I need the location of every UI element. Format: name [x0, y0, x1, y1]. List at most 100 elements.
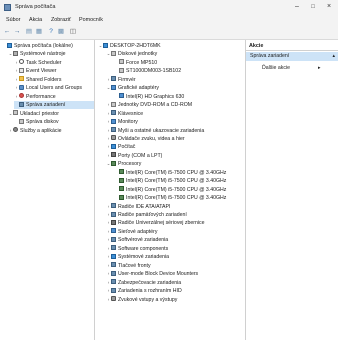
- tree-item[interactable]: › Performance: [14, 93, 56, 101]
- close-icon[interactable]: ×: [322, 2, 336, 12]
- device-tree-item[interactable]: › Monitory: [106, 118, 138, 126]
- device-tree-item[interactable]: › Klávesnice: [106, 110, 143, 118]
- maximize-icon[interactable]: □: [306, 2, 320, 12]
- tree-item[interactable]: › Shared Folders: [14, 76, 61, 84]
- actions-selected-item[interactable]: Správa zariadení ▴: [246, 52, 338, 61]
- tree-item[interactable]: › Event Viewer: [14, 67, 56, 75]
- device-tree-item[interactable]: › User-mode Block Device Mounters: [106, 270, 198, 278]
- device-tree-item[interactable]: Intel(R) Core(TM) i5-7500 CPU @ 3.40GHz: [114, 194, 226, 202]
- tree-item[interactable]: › Task Scheduler: [14, 59, 61, 67]
- folder-icon: [19, 76, 24, 82]
- disk-icon: [111, 101, 116, 107]
- forward-icon[interactable]: →: [13, 28, 21, 36]
- tree-item[interactable]: ⌄ Systémové nástroje: [8, 50, 66, 58]
- tree-item-label: Force MP510: [126, 59, 158, 66]
- help-icon[interactable]: ?: [47, 28, 55, 36]
- device-manager-icon: [19, 101, 24, 107]
- device-tree-item[interactable]: Intel(R) Core(TM) i5-7500 CPU @ 3.40GHz: [114, 169, 226, 177]
- menu-view[interactable]: Zobraziť: [51, 17, 71, 23]
- triangle-right-icon: ▸: [318, 65, 321, 71]
- clock-icon: [19, 59, 24, 65]
- computer-icon: [7, 42, 12, 48]
- device-icon: [111, 287, 116, 293]
- tree-item[interactable]: › Local Users and Groups: [14, 84, 82, 92]
- computer-icon: [103, 42, 108, 48]
- device-tree-item[interactable]: › Tlačové fronty: [106, 262, 151, 270]
- cpu-icon: [119, 169, 124, 175]
- device-tree-item[interactable]: › Firmvér: [106, 76, 136, 84]
- cpu-icon: [119, 194, 124, 200]
- device-tree-item[interactable]: ST1000DM003-1SB102: [114, 67, 181, 75]
- device-tree-item[interactable]: Intel(R) Core(TM) i5-7500 CPU @ 3.40GHz: [114, 177, 226, 185]
- services-icon: [13, 127, 18, 132]
- device-tree-item[interactable]: Intel(R) Core(TM) i5-7500 CPU @ 3.40GHz: [114, 186, 226, 194]
- tree-item[interactable]: Správa zariadení: [14, 101, 94, 110]
- device-tree-item[interactable]: › Sieťové adaptéry: [106, 228, 157, 236]
- more-actions-link[interactable]: Ďalšie akcie ▸: [262, 65, 321, 71]
- device-tree-item[interactable]: › Radiče pamäťových zariadení: [106, 211, 187, 219]
- device-tree-item[interactable]: ⌄ DESKTOP-2HDT6MK: [98, 42, 161, 50]
- device-tree-item[interactable]: › Počítač: [106, 143, 135, 151]
- tree-item-label: Diskové jednotky: [118, 51, 158, 58]
- minimize-icon[interactable]: –: [290, 2, 304, 12]
- triangle-up-icon: ▴: [332, 53, 335, 59]
- tree-item[interactable]: Správa diskov: [14, 118, 59, 126]
- details-icon[interactable]: ▩: [57, 28, 65, 36]
- device-tree-item[interactable]: Intel(R) HD Graphics 630: [114, 93, 184, 101]
- title-bar: Správa počítača – □ ×: [0, 0, 338, 16]
- tree-item[interactable]: ⌄ Ukladací priestor: [8, 110, 59, 118]
- device-tree-item[interactable]: ⌄ Grafické adaptéry: [106, 84, 159, 92]
- tree-item-label: User-mode Block Device Mounters: [118, 271, 199, 278]
- device-tree-item[interactable]: › Software components: [106, 245, 168, 253]
- tree-item-label: Zvukové vstupy a výstupy: [118, 296, 178, 303]
- device-icon: [111, 279, 116, 285]
- tree-item-label: Systémové nástroje: [20, 51, 66, 58]
- tree-item-label: Procesory: [118, 161, 142, 168]
- tree-item-label: Zabezpečovacie zariadenia: [118, 279, 182, 286]
- menu-action[interactable]: Akcia: [29, 17, 42, 23]
- device-tree-item[interactable]: › Zabezpečovacie zariadenia: [106, 279, 181, 287]
- device-tree-item[interactable]: › Softvérové zariadenia: [106, 236, 168, 244]
- properties-icon[interactable]: ▦: [35, 28, 43, 36]
- tree-item[interactable]: Správa počítača (lokálne): [2, 42, 73, 50]
- tree-item[interactable]: › Služby a aplikácie: [8, 127, 62, 135]
- tree-item-label: Sieťové adaptéry: [118, 228, 158, 235]
- storage-icon: [13, 110, 18, 116]
- device-tree-item[interactable]: › Ovládače zvuku, videa a hier: [106, 135, 185, 143]
- device-tree-item[interactable]: ⌄ Procesory: [106, 160, 141, 168]
- device-tree-item[interactable]: › Porty (COM a LPT): [106, 152, 162, 160]
- tree-item-label: Monitory: [118, 119, 138, 126]
- console-tree: Správa počítača (lokálne) ⌄ Systémové nást…: [0, 40, 95, 340]
- device-icon: [111, 203, 116, 209]
- performance-icon: [19, 93, 24, 99]
- menu-file[interactable]: Súbor: [6, 17, 20, 23]
- console-tree-icon[interactable]: ▤: [25, 28, 33, 36]
- device-tree-item[interactable]: Force MP510: [114, 59, 157, 67]
- tree-item-label: Správa diskov: [26, 119, 59, 126]
- disk-icon: [111, 50, 116, 56]
- audio-icon: [111, 135, 116, 141]
- tree-item-label: Zariadenia s rozhraním HID: [118, 288, 182, 295]
- tree-item-label: Intel(R) Core(TM) i5-7500 CPU @ 3.40GHz: [126, 186, 227, 193]
- device-tree-item[interactable]: › Jednotky DVD-ROM a CD-ROM: [106, 101, 192, 109]
- tree-item-label: Radiče Univerzálnej sériovej zbernice: [118, 220, 205, 227]
- device-tree-item[interactable]: ⌄ Diskové jednotky: [106, 50, 157, 58]
- toolbar: ← → ▤ ▦ ? ▩ ◫: [0, 26, 338, 40]
- tree-item-label: Tlačové fronty: [118, 262, 151, 269]
- event-log-icon: [19, 67, 24, 73]
- computer-icon: [111, 253, 116, 259]
- tree-item-label: Performance: [26, 93, 56, 100]
- device-tree-item[interactable]: › Zariadenia s rozhraním HID: [106, 287, 182, 295]
- device-icon: [111, 76, 116, 82]
- device-tree-item[interactable]: › Systémové zariadenia: [106, 253, 169, 261]
- back-icon[interactable]: ←: [3, 28, 11, 36]
- scan-hardware-icon[interactable]: ◫: [69, 28, 77, 36]
- device-tree-item[interactable]: › Radiče Univerzálnej sériovej zbernice: [106, 219, 205, 227]
- device-tree-item[interactable]: › Myši a ostatné ukazovacie zariadenia: [106, 127, 204, 135]
- device-tree-item[interactable]: › Radiče IDE ATA/ATAPI: [106, 203, 170, 211]
- tools-icon: [13, 50, 18, 56]
- actions-pane: Akcie Správa zariadení ▴ Ďalšie akcie ▸: [245, 40, 338, 340]
- menu-help[interactable]: Pomocník: [79, 17, 103, 23]
- device-tree-item[interactable]: › Zvukové vstupy a výstupy: [106, 296, 177, 304]
- device-icon: [111, 236, 116, 242]
